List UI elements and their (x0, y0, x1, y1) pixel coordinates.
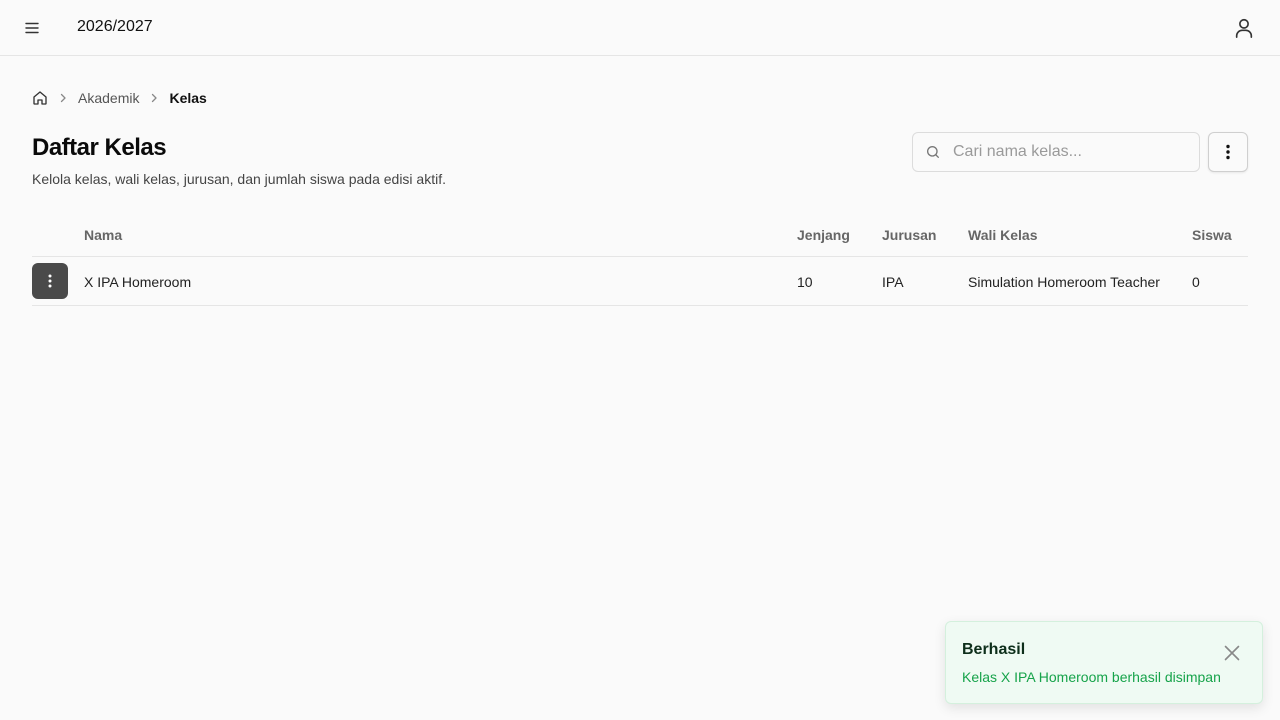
column-header-siswa[interactable]: Siswa (1192, 227, 1232, 243)
hamburger-menu-icon (25, 22, 39, 34)
cell-nama: X IPA Homeroom (84, 274, 192, 290)
toast-message: Kelas X IPA Homeroom berhasil disimpan (962, 669, 1221, 685)
top-bar: 2026/2027 (0, 0, 1280, 56)
cell-jurusan: IPA (882, 274, 904, 290)
breadcrumb: Akademik Kelas (32, 88, 207, 108)
page-title: Daftar Kelas (32, 134, 167, 161)
user-menu-button[interactable] (1228, 12, 1260, 44)
breadcrumb-akademik[interactable]: Akademik (78, 90, 139, 106)
class-table: Nama Jenjang Jurusan Wali Kelas Siswa X … (32, 210, 1248, 306)
more-vertical-icon (48, 274, 52, 288)
column-header-jenjang[interactable]: Jenjang (797, 227, 850, 243)
column-header-nama[interactable]: Nama (84, 227, 122, 243)
table-row[interactable]: X IPA Homeroom 10 IPA Simulation Homeroo… (32, 257, 1248, 306)
toast-title: Berhasil (962, 641, 1026, 658)
cell-wali-kelas: Simulation Homeroom Teacher (968, 274, 1160, 290)
page-subtitle: Kelola kelas, wali kelas, jurusan, dan j… (32, 171, 446, 187)
column-header-wali-kelas[interactable]: Wali Kelas (968, 227, 1038, 243)
search-box (912, 132, 1200, 172)
search-input[interactable] (953, 133, 1193, 171)
breadcrumb-kelas: Kelas (169, 90, 207, 106)
success-toast: Berhasil Kelas X IPA Homeroom berhasil d… (945, 621, 1263, 704)
cell-jenjang: 10 (797, 274, 813, 290)
home-icon (33, 91, 47, 105)
more-vertical-icon (1226, 144, 1230, 160)
column-header-jurusan[interactable]: Jurusan (882, 227, 936, 243)
menu-button[interactable] (16, 12, 48, 44)
row-actions-button[interactable] (32, 263, 68, 299)
table-header: Nama Jenjang Jurusan Wali Kelas Siswa (32, 210, 1248, 257)
more-actions-button[interactable] (1208, 132, 1248, 172)
breadcrumb-home[interactable] (32, 90, 48, 106)
academic-year: 2026/2027 (77, 18, 153, 35)
cell-siswa: 0 (1192, 274, 1200, 290)
toast-close-button[interactable] (1220, 641, 1244, 665)
close-icon (1224, 645, 1240, 661)
user-icon (1235, 18, 1253, 38)
chevron-right-icon (55, 90, 71, 106)
search-icon (925, 144, 941, 160)
chevron-right-icon (146, 90, 162, 106)
